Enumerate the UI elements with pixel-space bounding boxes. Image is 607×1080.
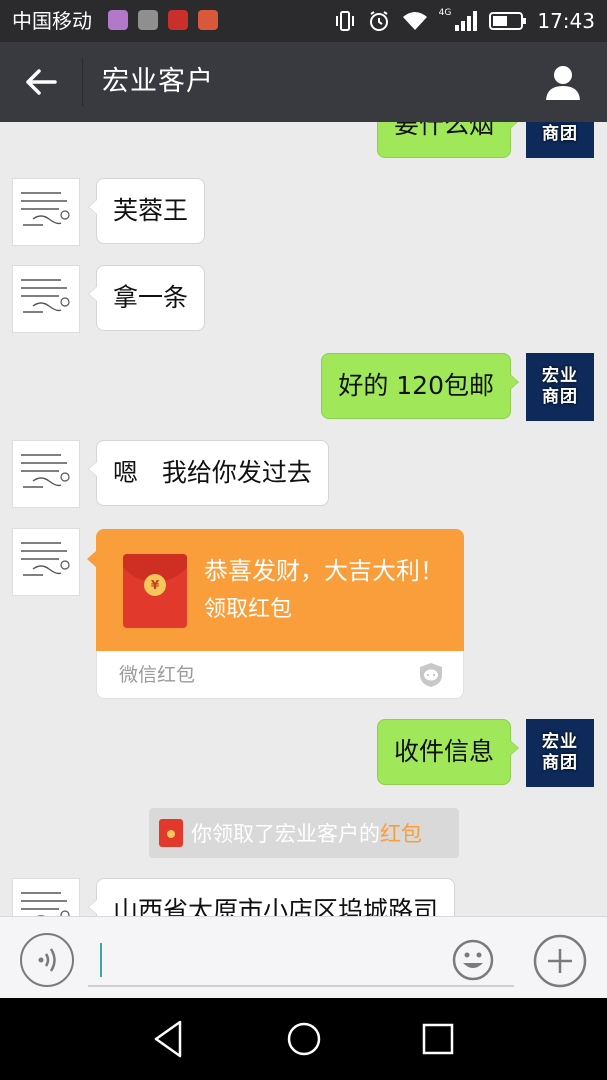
arrow-left-icon — [26, 69, 57, 95]
red-packet-small-icon — [159, 819, 183, 847]
signal-icon — [455, 11, 478, 31]
chat-header: 宏业客户 — [0, 42, 607, 122]
vibrate-icon — [335, 11, 354, 31]
blocked-app-icon — [198, 10, 218, 30]
red-packet-action: 领取红包 — [204, 597, 293, 622]
nav-recents-icon[interactable] — [415, 1016, 461, 1062]
network-type: 4G — [438, 8, 452, 18]
battery-icon — [489, 12, 527, 30]
message-list[interactable]: 宏业商团 要什么烟 芙蓉王 拿一条 宏业商团 好的 120包邮 嗯 我给你发过去… — [0, 122, 607, 916]
message-bubble[interactable]: 山西省太原市小店区坞城路司 — [87, 878, 456, 916]
gallery-app-icon — [108, 10, 128, 30]
handwriting-avatar-image — [21, 542, 70, 576]
emoji-button[interactable] — [452, 939, 494, 981]
wechat-shield-icon — [420, 663, 442, 687]
voice-icon — [38, 948, 56, 972]
contact-avatar[interactable] — [12, 528, 80, 596]
message-bubble[interactable]: 要什么烟 — [376, 122, 520, 158]
notice-text: 你领取了宏业客户的 — [191, 822, 380, 846]
plus-icon — [533, 934, 587, 988]
my-avatar[interactable]: 宏业商团 — [526, 122, 594, 158]
handwriting-avatar-image — [21, 892, 70, 916]
clock: 17:43 — [537, 9, 595, 33]
red-packet-brand: 微信红包 — [119, 664, 196, 686]
alarm-icon — [369, 11, 388, 31]
contact-avatar[interactable] — [12, 440, 80, 508]
text-app-icon — [138, 10, 158, 30]
contact-avatar[interactable] — [12, 178, 80, 246]
message-bubble[interactable]: 芙蓉王 — [87, 178, 206, 244]
person-icon — [546, 66, 580, 100]
red-packet-footer: 微信红包 — [96, 651, 464, 699]
message-bubble[interactable]: 收件信息 — [376, 719, 520, 785]
my-avatar[interactable]: 宏业商团 — [526, 353, 594, 421]
handwriting-avatar-image — [21, 192, 70, 226]
message-bubble[interactable]: 好的 120包邮 — [321, 353, 519, 419]
message-bubble[interactable]: 拿一条 — [87, 265, 206, 331]
system-nav-bar — [0, 998, 607, 1080]
handwriting-avatar-image — [21, 279, 70, 313]
contact-avatar[interactable] — [12, 265, 80, 333]
back-button[interactable] — [18, 60, 64, 104]
text-caret — [100, 943, 102, 977]
my-avatar[interactable]: 宏业商团 — [526, 719, 594, 787]
more-actions-button[interactable] — [532, 933, 588, 989]
notice-red-packet-link[interactable]: 红包 — [380, 818, 422, 848]
carrier-name: 中国移动 — [12, 9, 92, 33]
contact-avatar[interactable] — [12, 878, 80, 916]
red-packet-card[interactable]: ¥ 恭喜发财，大吉大利！ 领取红包 微信红包 — [87, 529, 464, 699]
nav-home-icon[interactable] — [281, 1016, 327, 1062]
chat-info-button[interactable] — [543, 62, 583, 102]
status-bar: 中国移动 4G 17:43 — [0, 0, 607, 42]
huawei-app-icon — [168, 10, 188, 30]
smiley-icon — [452, 939, 494, 981]
header-divider — [82, 58, 83, 106]
nav-back-icon[interactable] — [146, 1016, 192, 1062]
red-envelope-icon: ¥ — [123, 554, 187, 628]
handwriting-avatar-image — [21, 454, 70, 488]
message-input[interactable] — [88, 931, 514, 987]
red-packet-greeting: 恭喜发财，大吉大利！ — [204, 557, 444, 585]
voice-input-button[interactable] — [20, 933, 74, 987]
page-title: 宏业客户 — [102, 66, 214, 97]
wifi-icon — [402, 12, 427, 30]
message-bubble[interactable]: 嗯 我给你发过去 — [88, 440, 329, 506]
system-notice: 你领取了宏业客户的 红包 — [149, 808, 459, 858]
input-bar — [0, 916, 607, 998]
red-packet-header[interactable]: ¥ 恭喜发财，大吉大利！ 领取红包 — [87, 529, 464, 651]
